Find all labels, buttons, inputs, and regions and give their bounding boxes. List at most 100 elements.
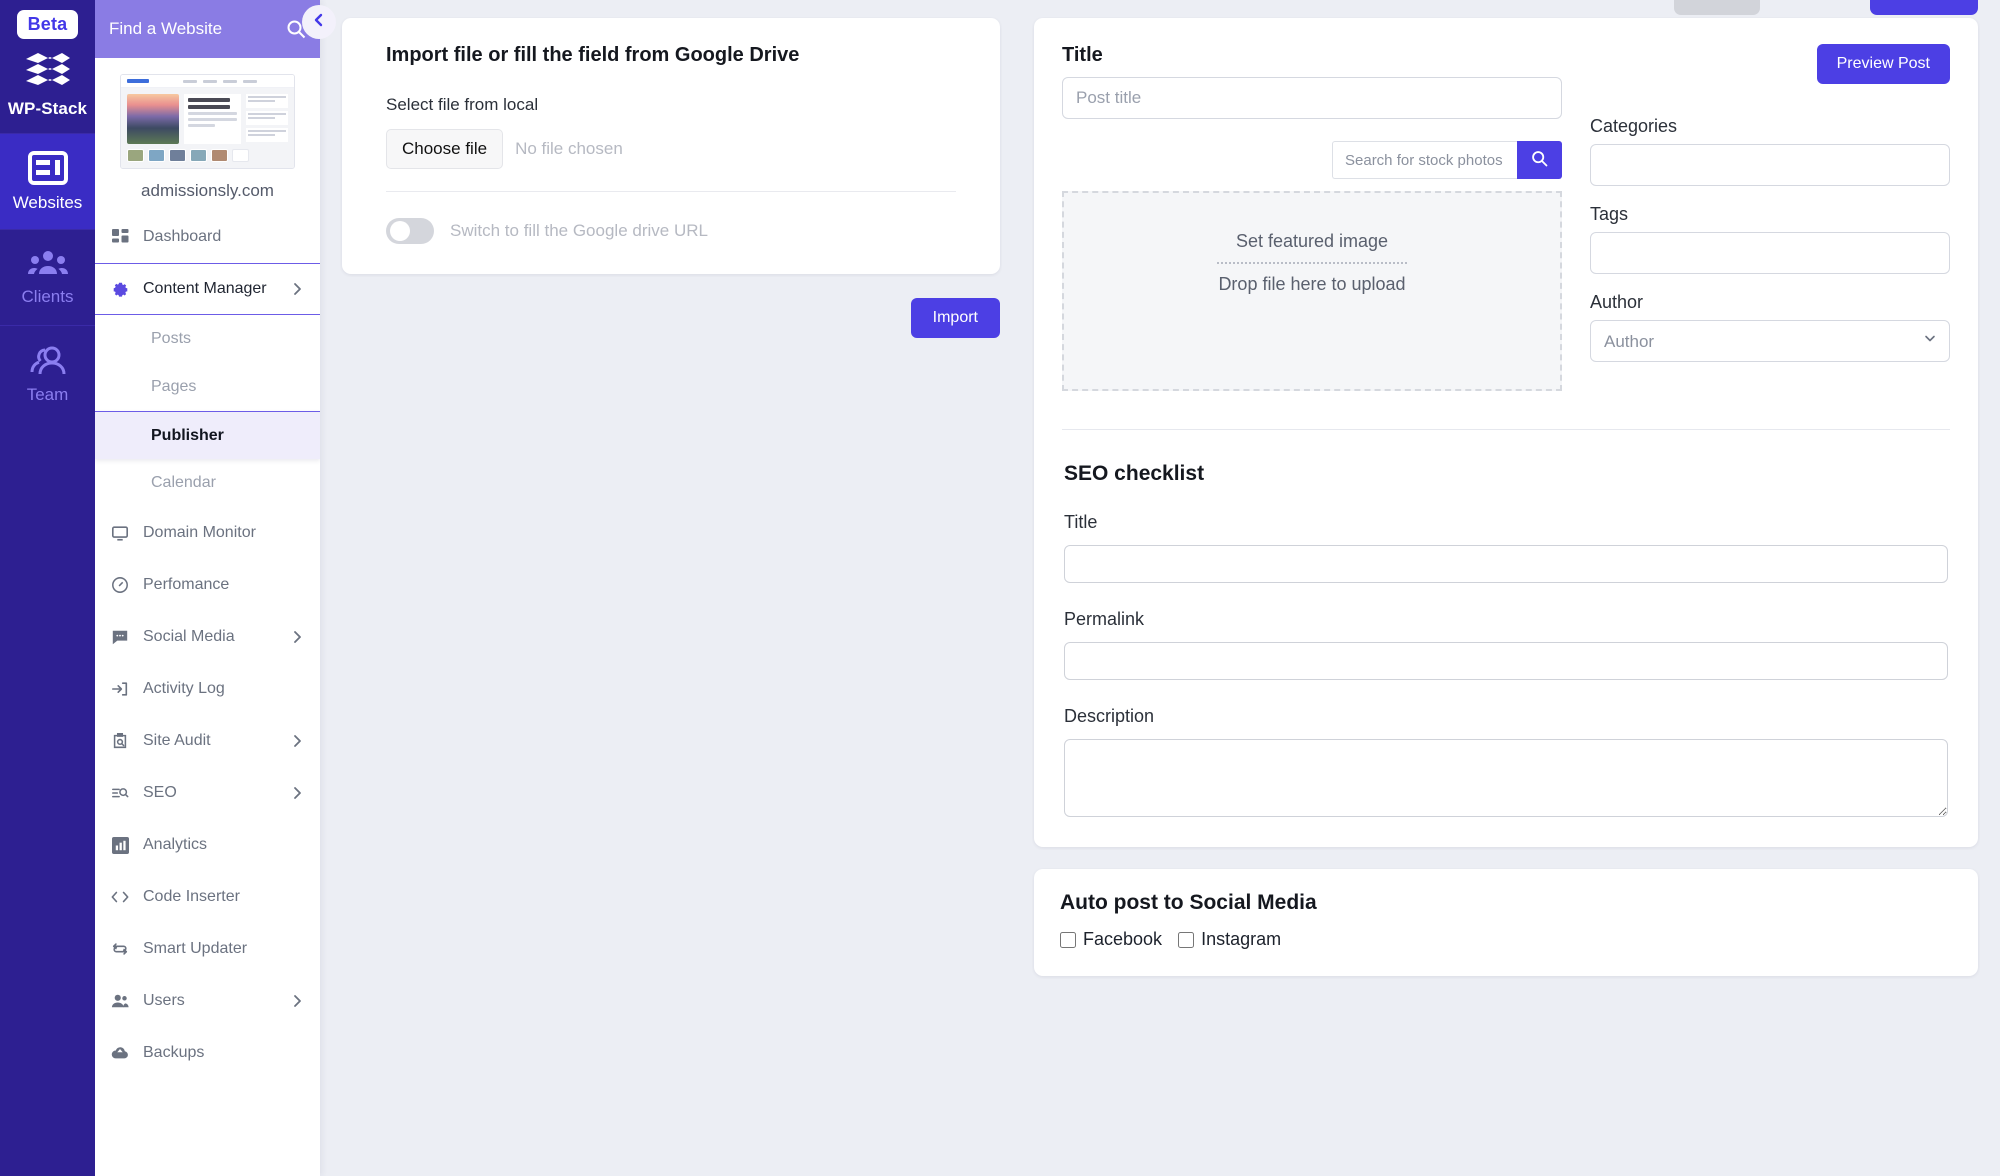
editor-grid: Title Post title Search for stock photos…	[1062, 44, 1950, 391]
sidebar-item-users[interactable]: Users	[95, 975, 320, 1027]
sidebar-item-perfomance[interactable]: Perfomance	[95, 559, 320, 611]
instagram-checkbox-row[interactable]: Instagram	[1178, 929, 1281, 950]
sidebar-item-smart-updater[interactable]: Smart Updater	[95, 923, 320, 975]
post-editor-card: Title Post title Search for stock photos…	[1034, 18, 1978, 847]
seo-search-icon	[111, 784, 129, 802]
sidebar-item-posts[interactable]: Posts	[95, 315, 320, 363]
site-preview-card[interactable]: admissionsly.com	[95, 58, 320, 211]
sidebar-search-header: Find a Website	[95, 0, 336, 58]
beta-badge: Beta	[16, 10, 79, 39]
secondary-action-button-partial[interactable]	[1674, 0, 1760, 15]
stock-search-wrap	[1332, 141, 1562, 179]
sidebar-item-seo[interactable]: SEO	[95, 767, 320, 819]
login-arrow-icon	[111, 680, 129, 698]
rail-item-websites[interactable]: Websites	[0, 133, 95, 229]
sidebar-item-label: Content Manager	[143, 280, 267, 297]
sidebar-item-calendar[interactable]: Calendar	[95, 459, 320, 507]
clients-icon	[27, 249, 68, 279]
choose-file-button[interactable]: Choose file	[386, 129, 504, 169]
sidebar-item-pages[interactable]: Pages	[95, 363, 320, 411]
social-media-heading: Auto post to Social Media	[1060, 891, 1317, 914]
seo-title-field: Title	[1064, 512, 1948, 583]
seo-title-input[interactable]	[1064, 545, 1948, 583]
rail-item-clients[interactable]: Clients	[0, 229, 95, 325]
seo-title-label: Title	[1064, 512, 1098, 532]
sidebar-nav: Dashboard Content Manager Posts Pages Pu…	[95, 211, 320, 1176]
sidebar-item-publisher[interactable]: Publisher	[95, 411, 320, 459]
google-drive-url-toggle[interactable]	[386, 218, 434, 244]
sidebar-item-label: Domain Monitor	[143, 524, 256, 541]
chevron-right-icon	[290, 630, 304, 644]
stock-search-row	[1062, 141, 1562, 179]
sidebar-item-label: Pages	[151, 378, 197, 395]
section-divider	[1062, 429, 1950, 430]
sidebar-item-domain-monitor[interactable]: Domain Monitor	[95, 507, 320, 559]
monitor-icon	[111, 524, 129, 542]
file-input-row: Choose file No file chosen	[386, 129, 956, 169]
seo-checklist-section: SEO checklist Title Permalink Descriptio…	[1062, 462, 1950, 817]
facebook-checkbox-row[interactable]: Facebook	[1060, 929, 1162, 950]
author-select[interactable]: Author	[1590, 320, 1950, 362]
thumb-hero-image	[127, 94, 179, 144]
sidebar-item-label: SEO	[143, 784, 177, 801]
thumb-body	[121, 88, 294, 168]
sidebar-item-content-manager[interactable]: Content Manager	[95, 263, 320, 315]
sidebar-item-label: Calendar	[151, 474, 216, 491]
post-title-label: Title	[1062, 44, 1103, 66]
stock-photo-search-input[interactable]	[1332, 141, 1517, 179]
app-root: Beta WP-Stack Websites Clients Team Find…	[0, 0, 2000, 1176]
rail-item-label: Team	[26, 384, 69, 404]
chevron-left-icon	[311, 12, 327, 33]
social-media-card: Auto post to Social Media Facebook Insta…	[1034, 869, 1978, 976]
sidebar-item-code-inserter[interactable]: Code Inserter	[95, 871, 320, 923]
instagram-checkbox[interactable]	[1178, 931, 1195, 948]
cloud-upload-icon	[111, 1045, 129, 1061]
tags-label: Tags	[1590, 204, 1629, 224]
import-button-row: Import	[342, 298, 1000, 338]
tags-input[interactable]	[1590, 232, 1950, 274]
chat-icon	[111, 628, 129, 646]
sidebar-item-social-media[interactable]: Social Media	[95, 611, 320, 663]
import-button[interactable]: Import	[910, 298, 1000, 338]
sidebar-collapse-button[interactable]	[302, 5, 336, 39]
speedometer-icon	[111, 576, 129, 594]
no-file-chosen-label: No file chosen	[515, 139, 623, 158]
import-card: Import file or fill the field from Googl…	[342, 18, 1000, 274]
users-icon	[111, 993, 129, 1009]
featured-image-dropzone[interactable]: Set featured image Drop file here to upl…	[1062, 191, 1562, 391]
seo-permalink-input[interactable]	[1064, 642, 1948, 680]
team-icon	[28, 343, 68, 377]
main-content: Import file or fill the field from Googl…	[320, 0, 2000, 1176]
seo-description-textarea[interactable]	[1064, 739, 1948, 817]
dropzone-separator	[1217, 262, 1407, 264]
bar-chart-icon	[111, 836, 129, 854]
websites-icon	[27, 150, 68, 185]
sidebar-item-analytics[interactable]: Analytics	[95, 819, 320, 871]
editor-column: Title Post title Search for stock photos…	[1034, 18, 1978, 1158]
sidebar-item-label: Analytics	[143, 836, 208, 853]
preview-post-button[interactable]: Preview Post	[1816, 44, 1950, 84]
facebook-checkbox[interactable]	[1060, 931, 1076, 948]
toggle-knob	[390, 221, 410, 241]
search-input[interactable]: Find a Website	[109, 19, 286, 39]
rail-item-team[interactable]: Team	[0, 325, 95, 421]
sidebar-item-site-audit[interactable]: Site Audit	[95, 715, 320, 767]
primary-action-button-partial[interactable]	[1870, 0, 1978, 15]
sidebar-item-backups[interactable]: Backups	[95, 1027, 320, 1079]
google-drive-toggle-label: Switch to fill the Google drive URL	[450, 221, 708, 240]
code-brackets-icon	[111, 888, 129, 906]
sidebar-item-dashboard[interactable]: Dashboard	[95, 211, 320, 263]
stock-photo-search-button[interactable]	[1517, 141, 1562, 179]
dropzone-title: Set featured image	[1235, 231, 1389, 251]
wp-stack-logo-icon	[0, 49, 95, 97]
rail-item-label: Clients	[21, 286, 74, 306]
sidebar-item-activity-log[interactable]: Activity Log	[95, 663, 320, 715]
post-title-input[interactable]	[1062, 77, 1562, 119]
site-name-label: admissionsly.com	[141, 181, 274, 200]
categories-label: Categories	[1590, 116, 1678, 136]
gear-icon	[111, 281, 129, 298]
categories-input[interactable]	[1590, 144, 1950, 186]
dropzone-subtitle: Drop file here to upload	[1218, 274, 1406, 294]
sidebar-item-label: Perfomance	[143, 576, 230, 593]
rail-brand-block: Beta WP-Stack	[0, 0, 95, 133]
